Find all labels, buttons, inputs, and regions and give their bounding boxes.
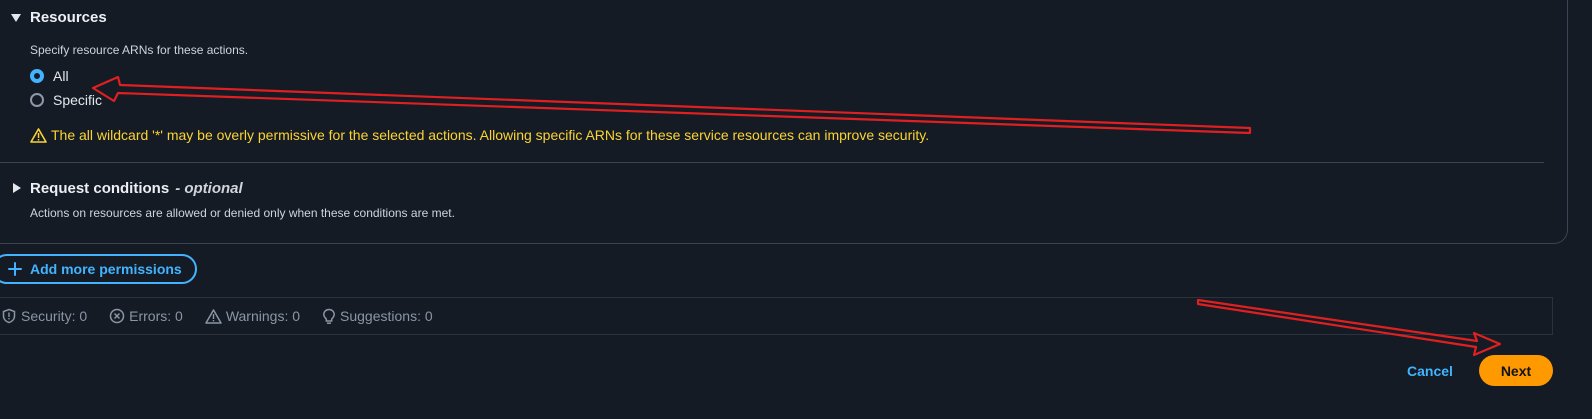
radio-option-all[interactable]: All <box>30 68 69 84</box>
section-divider <box>0 162 1544 163</box>
warning-outline-icon <box>205 308 222 324</box>
resources-title[interactable]: Resources <box>30 9 107 26</box>
lightbulb-icon <box>323 308 335 324</box>
radio-label-all: All <box>53 68 69 84</box>
security-label: Security: 0 <box>21 308 88 324</box>
optional-tag: - optional <box>175 180 243 197</box>
cancel-button[interactable]: Cancel <box>1407 363 1453 379</box>
wildcard-warning: The all wildcard '*' may be overly permi… <box>30 127 929 143</box>
request-conditions-description: Actions on resources are allowed or deni… <box>30 206 455 220</box>
add-more-permissions-label: Add more permissions <box>30 261 182 277</box>
radio-checked-icon[interactable] <box>30 69 44 83</box>
policy-validation-bar: Security: 0 Errors: 0 Warnings: 0 Sugges… <box>0 297 1553 335</box>
errors-label: Errors: 0 <box>129 308 183 324</box>
warnings-label: Warnings: 0 <box>225 308 301 324</box>
warning-text: The all wildcard '*' may be overly permi… <box>51 127 930 143</box>
collapse-caret-icon[interactable] <box>11 14 21 22</box>
warnings-count[interactable]: Warnings: 0 <box>205 308 300 324</box>
suggestions-count[interactable]: Suggestions: 0 <box>322 308 433 325</box>
suggestions-label: Suggestions: 0 <box>340 308 433 324</box>
resources-description: Specify resource ARNs for these actions. <box>30 43 249 57</box>
shield-icon <box>2 308 16 324</box>
plus-icon <box>8 262 22 276</box>
add-more-permissions-button[interactable]: Add more permissions <box>0 254 197 284</box>
request-conditions-title[interactable]: Request conditions - optional <box>30 180 243 197</box>
next-button[interactable]: Next <box>1479 355 1553 386</box>
expand-caret-icon[interactable] <box>13 183 21 193</box>
radio-option-specific[interactable]: Specific <box>30 92 102 108</box>
warning-triangle-icon <box>30 127 47 143</box>
radio-unchecked-icon[interactable] <box>30 93 44 107</box>
error-circle-icon <box>109 308 125 324</box>
errors-count[interactable]: Errors: 0 <box>109 308 183 324</box>
radio-label-specific: Specific <box>53 92 103 108</box>
request-conditions-label: Request conditions <box>30 180 170 197</box>
security-count[interactable]: Security: 0 <box>1 308 87 324</box>
